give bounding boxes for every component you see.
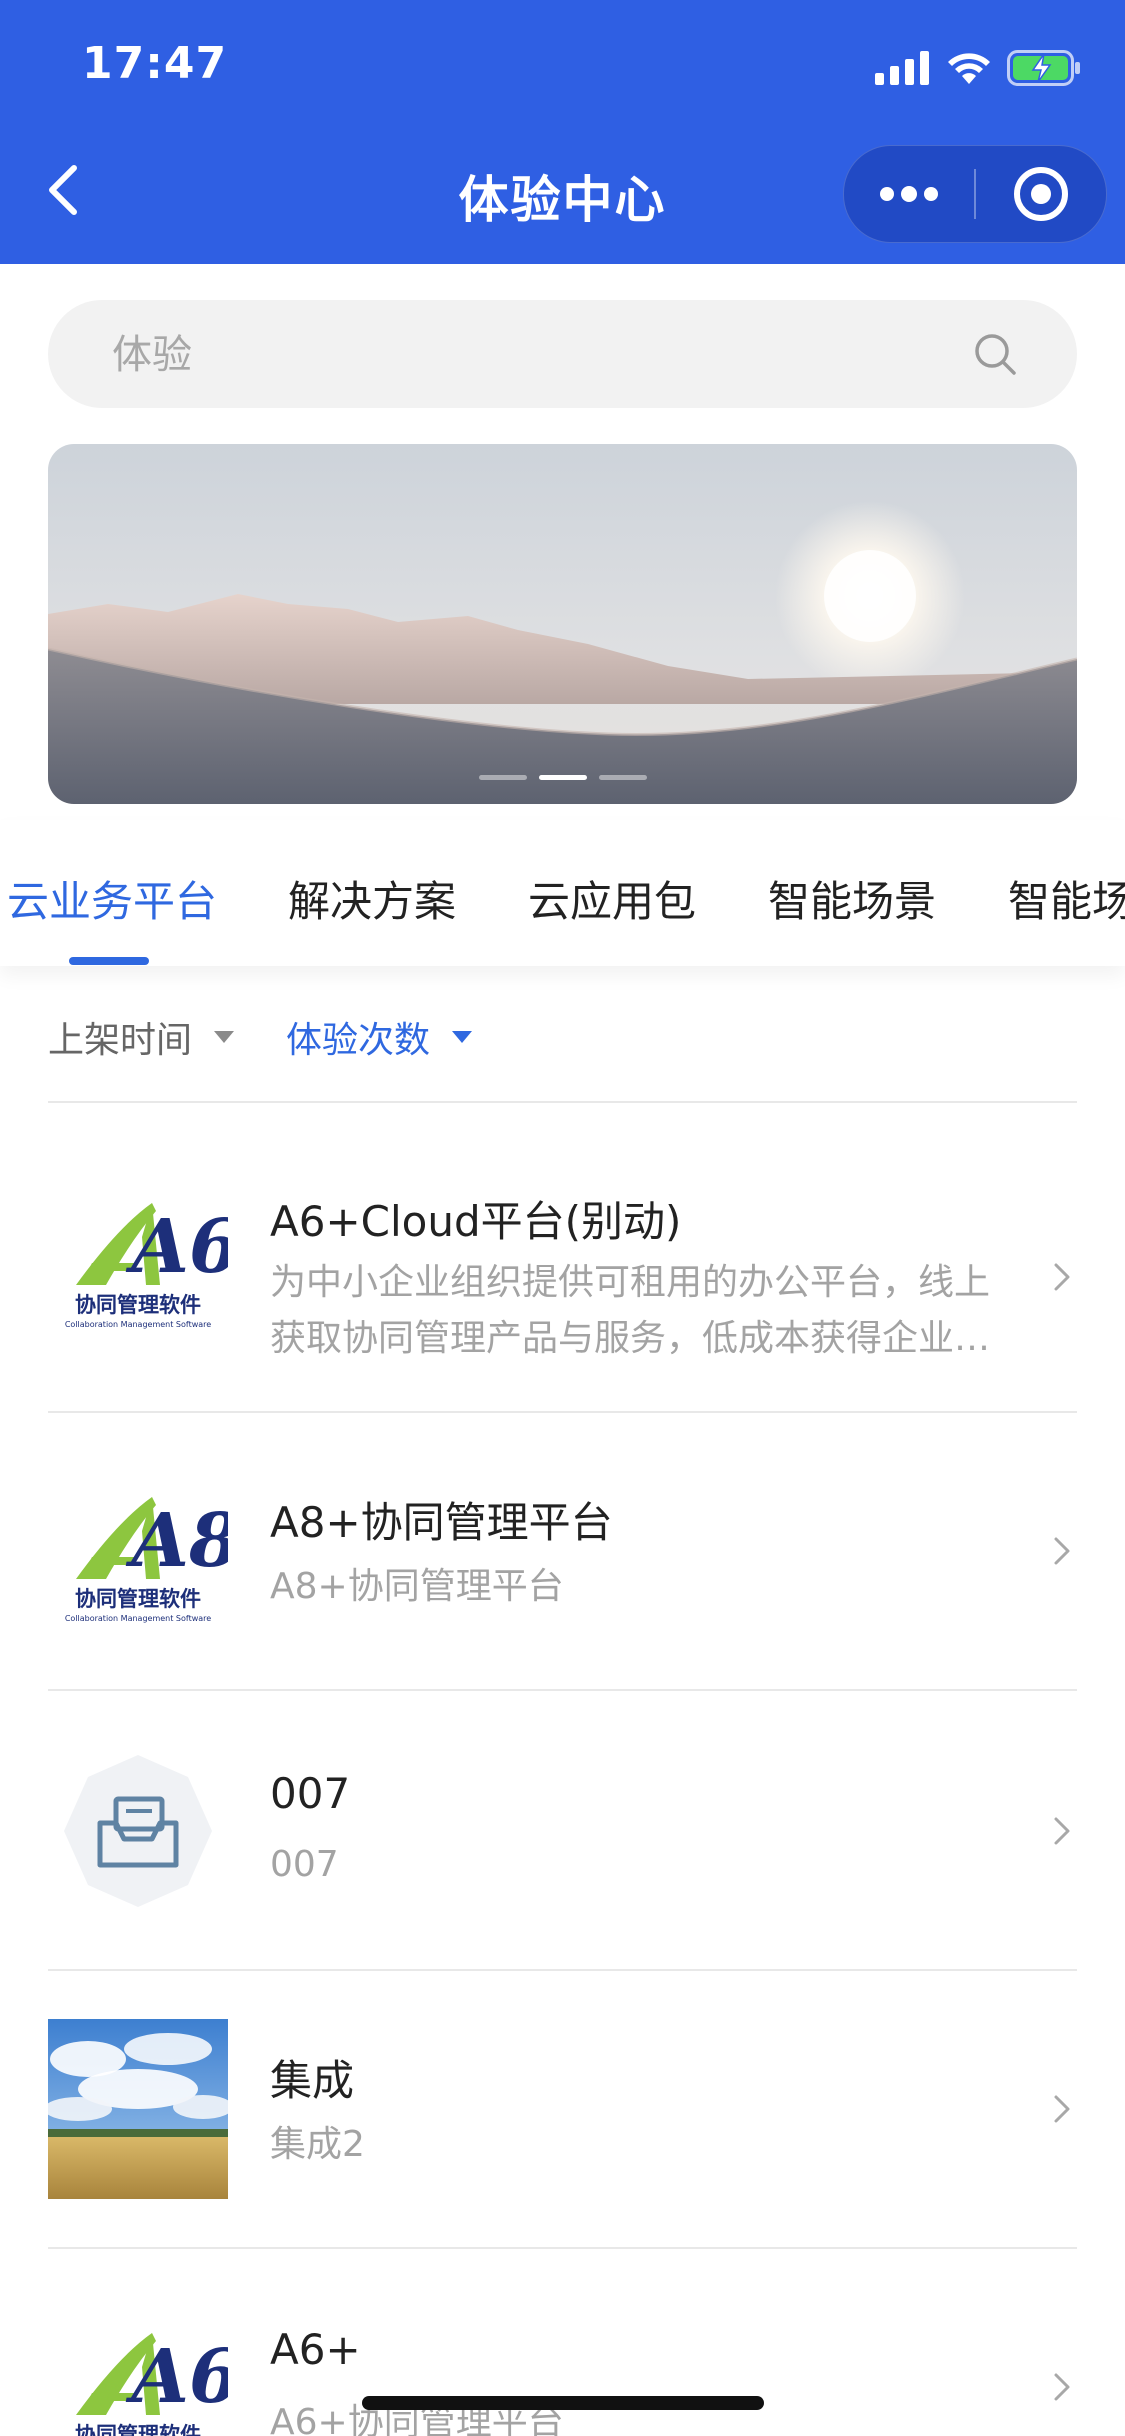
signal-icon [875,51,929,85]
landscape-photo [48,2019,228,2199]
document-tray-icon [64,1755,212,1907]
status-icons [875,46,1083,90]
carousel-dot-active [538,775,587,780]
home-indicator[interactable] [362,2396,764,2410]
item-title: 集成 [270,2056,355,2105]
target-circle-icon [1014,167,1068,221]
logo-brand-text: 协同管理软件 [75,1587,201,1611]
search-bar [48,300,1077,410]
more-button[interactable] [844,146,974,242]
caret-down-icon [452,1031,473,1043]
a6-logo-icon: A6 协同管理软件 Collaboration Management Softw… [75,2333,228,2436]
top-navigation-bar: 17:47 体验中心 [0,0,1125,264]
more-dots-icon [880,186,938,202]
logo-mark: A6 [126,2334,228,2420]
item-description: A8+协同管理平台 [270,1566,564,1607]
chevron-right-icon [1054,2095,1070,2123]
item-title: A6+ [270,2325,361,2374]
item-description: 007 [270,1844,339,1885]
a6-logo-icon: A6 协同管理软件 Collaboration Management Softw… [65,1203,228,1329]
tab-solutions[interactable]: 解决方案 [288,868,456,929]
list-item[interactable]: 007 007 [48,1691,1077,1969]
chevron-right-icon [1054,1817,1070,1845]
chevron-right-icon [1054,1263,1070,1291]
wifi-icon [948,53,990,84]
status-time: 17:47 [82,38,228,89]
category-tabs: 云业务平台 解决方案 云应用包 智能场景 智能场 [0,820,1125,966]
a8-logo-icon: A8 协同管理软件 Collaboration Management Softw… [65,1497,228,1623]
tab-active-indicator [69,957,149,965]
item-title: A8+协同管理平台 [270,1498,613,1547]
logo-mark: A8 [126,1498,228,1584]
logo-mark: A6 [126,1204,228,1290]
item-description: 为中小企业组织提供可租用的办公平台，线上获取协同管理产品与服务，低成本获得企业… [270,1262,990,1359]
chevron-right-icon [1054,2373,1070,2401]
battery-charging-icon [1007,50,1080,86]
sort-by-listing-time[interactable]: 上架时间 [48,1011,235,1063]
logo-sub-text: Collaboration Management Software [65,1614,211,1623]
item-description: 集成2 [270,2124,365,2165]
tab-cloud-platform[interactable]: 云业务平台 [7,868,217,929]
carousel-dot [478,775,527,780]
sort-by-experience-count[interactable]: 体验次数 [286,1011,473,1063]
search-input[interactable] [110,300,974,410]
carousel-indicator [48,775,1077,780]
desert-sunrise-image [48,444,1077,804]
list-item[interactable]: A8 协同管理软件 Collaboration Management Softw… [48,1413,1077,1689]
list-item[interactable]: 集成 集成2 [48,1971,1077,2247]
sort-bar: 上架时间 体验次数 [48,1012,524,1062]
item-title: 007 [270,1769,351,1818]
chevron-right-icon [1054,1537,1070,1565]
banner-carousel[interactable] [48,444,1077,804]
caret-down-icon [214,1031,235,1043]
carousel-dot [598,775,647,780]
tab-smart-scenarios[interactable]: 智能场景 [768,868,936,929]
list-item[interactable]: A6 协同管理软件 Collaboration Management Softw… [48,1103,1077,1411]
logo-sub-text: Collaboration Management Software [65,1320,211,1329]
logo-brand-text: 协同管理软件 [75,2423,201,2436]
sort-label: 体验次数 [286,1020,431,1061]
miniprogram-capsule [843,145,1107,243]
item-title: A6+Cloud平台(别动) [270,1197,682,1246]
logo-brand-text: 协同管理软件 [75,1293,201,1317]
search-icon[interactable] [973,332,1017,376]
close-miniprogram-button[interactable] [976,146,1106,242]
tab-cloud-app-package[interactable]: 云应用包 [528,868,696,929]
tab-smart-scenarios-more[interactable]: 智能场 [1008,868,1125,929]
sort-label: 上架时间 [48,1020,193,1061]
